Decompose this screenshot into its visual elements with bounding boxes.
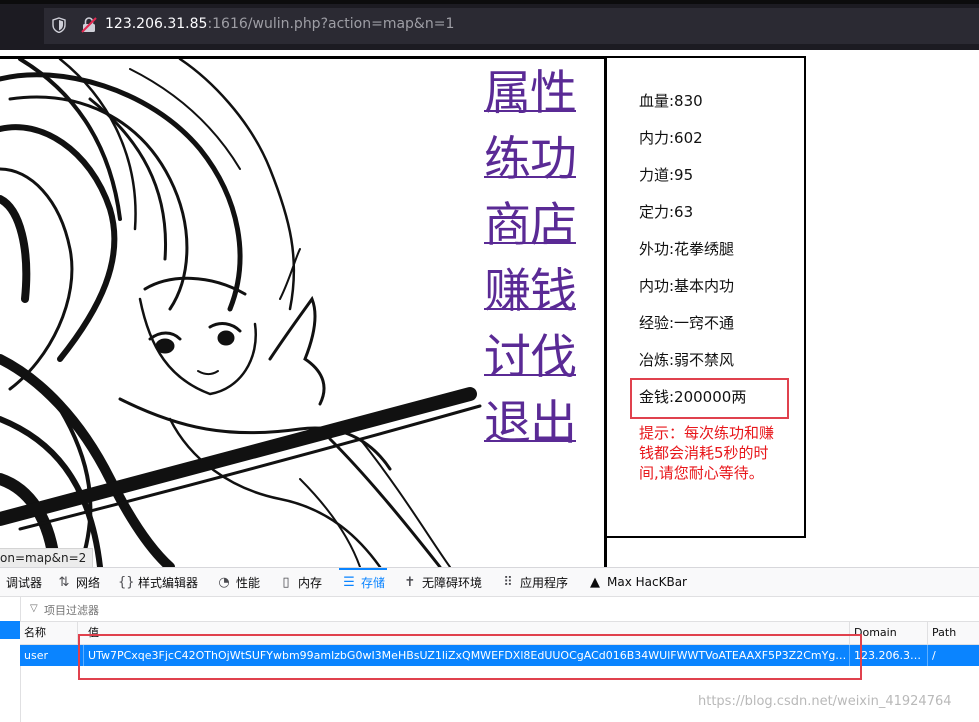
tab-performance-label: 性能 [236,575,261,590]
stat-internal-skill: 内功:基本内功 [639,277,735,295]
tab-hackbar-label: Max HacKBar [607,575,687,589]
cookie-highlight-box [78,634,862,680]
menu-link-earn-money[interactable]: 赚钱 [484,264,577,320]
menu-link-attributes[interactable]: 属性 [484,66,577,122]
tab-accessibility[interactable]: ✝ 无障碍环境 [402,568,482,596]
tab-storage[interactable]: ☰ 存储 [338,568,388,596]
cookie-name-cell[interactable]: user [20,645,84,666]
watermark-text: https://blog.csdn.net/weixin_41924764 [698,694,952,709]
storage-icon: ☰ [343,574,355,590]
tab-network-label: 网络 [76,575,101,590]
tab-debugger-label: 调试器 [6,575,43,590]
column-header-name[interactable]: 名称 [20,622,78,644]
memory-icon: ▯ [282,574,290,590]
menu-link-logout[interactable]: 退出 [484,396,577,452]
url-path: :1616/wulin.php?action=map&n=1 [207,16,455,32]
tab-style-editor-label: 样式编辑器 [138,575,199,590]
tab-performance[interactable]: ◔ 性能 [216,568,260,596]
tab-storage-label: 存储 [361,575,386,590]
stat-inner-power: 内力:602 [639,129,703,147]
stat-external-skill: 外功:花拳绣腿 [639,240,735,258]
url-text[interactable]: 123.206.31.85:1616/wulin.php?action=map&… [105,16,454,32]
menu-link-crusade[interactable]: 讨伐 [484,330,577,386]
shield-icon[interactable] [52,17,66,33]
tab-accessibility-label: 无障碍环境 [422,575,483,590]
game-page: 属性 练功 商店 赚钱 讨伐 退出 血量:830 内力:602 力道:95 定力… [0,50,979,568]
money-highlight-box [630,378,789,419]
status-link-preview: on=map&n=2 [0,548,94,568]
tab-application-label: 应用程序 [520,575,569,590]
tab-network[interactable]: ⇅ 网络 [56,568,100,596]
storage-tree-selected-item[interactable] [0,621,20,639]
insecure-lock-icon[interactable] [80,16,98,34]
tab-memory-label: 内存 [298,575,323,590]
items-filter-input[interactable]: ▽ 项目过滤器 [20,597,979,622]
stat-experience: 经验:一窍不通 [639,314,735,332]
tab-hackbar[interactable]: ▲ Max HacKBar [587,568,687,596]
cookie-path-cell[interactable]: / [928,645,979,666]
menu-link-shop[interactable]: 商店 [484,198,577,254]
tip-text: 提示：每次练功和赚钱都会消耗5秒的时间,请您耐心等待。 [639,424,775,482]
application-icon: ⠿ [503,574,513,590]
devtools-tabbar: 调试器 ⇅ 网络 {} 样式编辑器 ◔ 性能 ▯ 内存 ☰ 存储 ✝ 无障碍环境 ⠿ 应用程序… [0,568,979,597]
network-icon: ⇅ [58,574,70,590]
tab-debugger[interactable]: 调试器 [6,568,42,596]
style-editor-icon: {} [118,574,135,590]
column-header-path[interactable]: Path [928,622,979,644]
tab-memory[interactable]: ▯ 内存 [278,568,322,596]
hackbar-icon: ▲ [590,574,600,590]
tab-style-editor[interactable]: {} 样式编辑器 [118,568,198,596]
filter-icon: ▽ [30,603,38,614]
stat-composure: 定力:63 [639,203,694,221]
performance-icon: ◔ [218,574,230,590]
stat-hp: 血量:830 [639,92,703,110]
url-host: 123.206.31.85 [105,16,208,32]
accessibility-icon: ✝ [404,574,416,590]
stat-smelting: 冶炼:弱不禁风 [639,351,735,369]
tab-strip [0,0,979,4]
browser-toolbar: 123.206.31.85:1616/wulin.php?action=map&… [0,0,979,50]
storage-tree-sidebar[interactable] [0,597,21,722]
tab-application[interactable]: ⠿ 应用程序 [500,568,568,596]
menu-link-training[interactable]: 练功 [484,132,577,188]
filter-placeholder: 项目过滤器 [44,604,99,617]
stat-strength: 力道:95 [639,166,694,184]
